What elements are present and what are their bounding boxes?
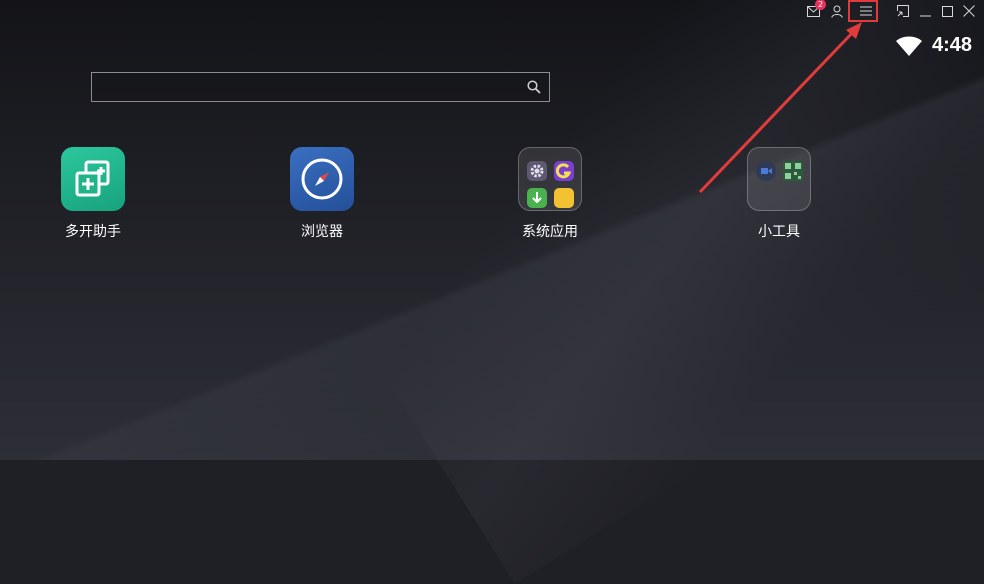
settings-gear-icon	[527, 161, 547, 181]
maximize-icon	[941, 5, 953, 17]
folder-icon	[747, 147, 811, 211]
download-icon	[527, 188, 547, 208]
search-icon[interactable]	[527, 80, 541, 94]
account-button[interactable]	[826, 0, 848, 22]
video-camera-icon	[756, 161, 776, 181]
app-browser[interactable]: 浏览器	[277, 147, 367, 241]
compass-icon	[290, 147, 354, 211]
folder-system-apps[interactable]: 系统应用	[505, 147, 595, 241]
app-multi-open[interactable]: 多开助手	[48, 147, 138, 241]
shrink-icon	[897, 5, 909, 17]
shrink-window-button[interactable]	[892, 0, 914, 22]
mail-button[interactable]: 2	[802, 0, 826, 22]
search-bar[interactable]	[91, 72, 550, 103]
close-button[interactable]	[958, 0, 980, 22]
maximize-button[interactable]	[936, 0, 958, 22]
menu-button-highlight	[848, 0, 878, 22]
g-app-icon	[554, 161, 574, 181]
app-label: 系统应用	[522, 224, 578, 240]
app-label: 小工具	[758, 224, 800, 240]
title-bar: 2	[802, 0, 984, 22]
minimize-icon	[919, 15, 931, 16]
app-label: 浏览器	[301, 224, 343, 240]
user-icon	[831, 5, 843, 18]
folder-icon	[518, 147, 582, 211]
multi-open-icon	[61, 147, 125, 211]
folder-tools[interactable]: 小工具	[734, 147, 824, 241]
minimize-button[interactable]	[914, 0, 936, 22]
mail-badge: 2	[815, 0, 826, 10]
search-input[interactable]	[92, 73, 522, 103]
wifi-icon	[895, 36, 922, 56]
app-label: 多开助手	[65, 224, 121, 240]
qr-code-icon	[783, 161, 803, 181]
close-icon	[963, 5, 975, 17]
clock: 4:48	[931, 34, 972, 56]
file-folder-icon	[554, 188, 574, 208]
status-area: 4:48	[895, 34, 972, 57]
